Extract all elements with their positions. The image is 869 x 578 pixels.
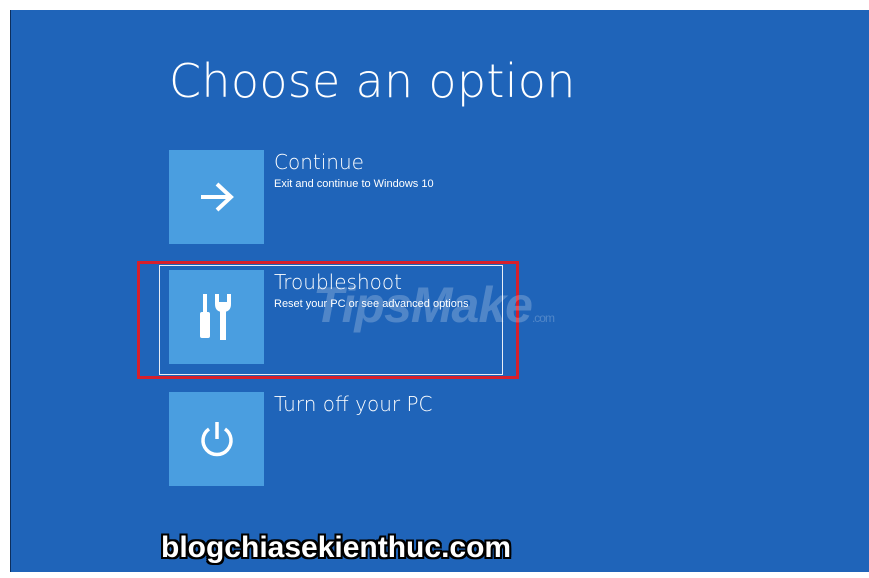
turn-off-title[interactable]: Turn off your PC	[274, 392, 433, 416]
watermark-text: TipsMake	[313, 277, 533, 333]
continue-tile[interactable]	[169, 150, 264, 244]
footer-banner: blogchiasekienthuc.com	[161, 531, 512, 564]
power-icon	[197, 419, 237, 459]
arrow-right-icon	[197, 181, 237, 213]
turn-off-tile[interactable]	[169, 392, 264, 486]
recovery-screen: Choose an option Continue Exit and conti…	[10, 10, 869, 572]
page-title: Choose an option	[169, 54, 576, 108]
option-continue[interactable]: Continue Exit and continue to Windows 10	[169, 150, 509, 244]
option-turn-off[interactable]: Turn off your PC	[169, 392, 509, 486]
watermark-suffix: .com	[531, 311, 555, 325]
continue-title[interactable]: Continue	[274, 150, 364, 174]
continue-description: Exit and continue to Windows 10	[274, 178, 434, 190]
watermark: TipsMake.com	[313, 276, 555, 334]
